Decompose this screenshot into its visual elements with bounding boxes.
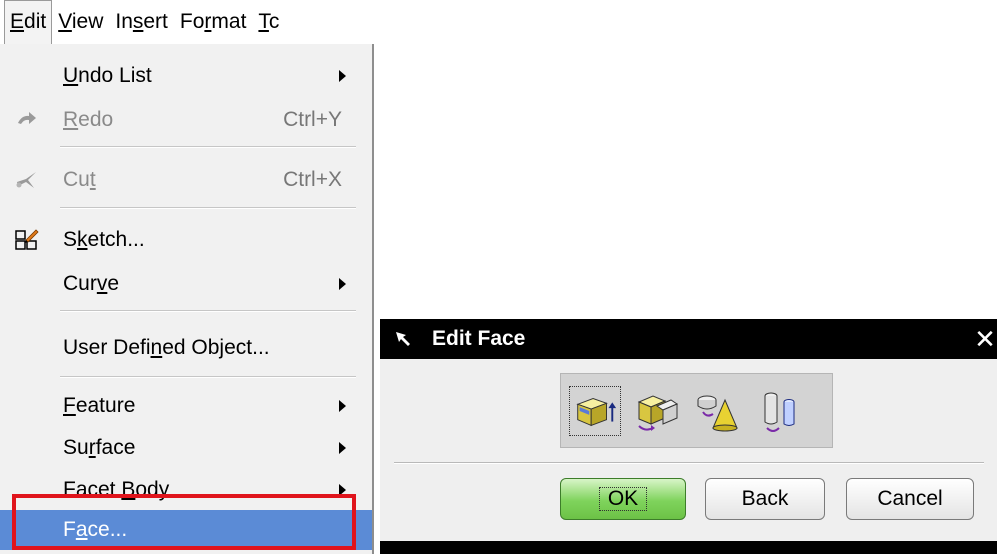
menu-edit-mnemonic: E bbox=[10, 10, 25, 33]
submenu-arrow-icon bbox=[339, 442, 346, 454]
cancel-button[interactable]: Cancel bbox=[846, 478, 974, 520]
menu-item-redo[interactable]: Redo Ctrl+Y bbox=[0, 100, 372, 140]
menu-item-user-defined-object[interactable]: User Defined Object... bbox=[0, 328, 372, 368]
menu-item-sketch[interactable]: Sketch... bbox=[0, 220, 372, 260]
submenu-arrow-icon bbox=[339, 278, 346, 290]
dialog-title: Edit Face bbox=[432, 327, 526, 350]
close-icon[interactable]: ✕ bbox=[973, 323, 997, 355]
menu-tools[interactable]: Tc bbox=[252, 0, 285, 44]
menu-view-label: iew bbox=[71, 10, 104, 33]
menu-item-cut[interactable]: Cut Ctrl+X bbox=[0, 160, 372, 200]
menu-item-feature-label: Feature bbox=[63, 394, 136, 417]
menu-item-surface[interactable]: Surface bbox=[0, 428, 372, 468]
menu-item-cut-shortcut: Ctrl+X bbox=[283, 168, 342, 191]
menu-separator bbox=[60, 376, 356, 378]
menu-insert-label: ert bbox=[143, 10, 168, 33]
menu-separator bbox=[60, 146, 356, 148]
menu-item-sketch-label: Sketch... bbox=[63, 228, 145, 251]
menu-item-face[interactable]: Face... bbox=[0, 510, 372, 550]
pin-icon[interactable] bbox=[394, 330, 412, 348]
back-button[interactable]: Back bbox=[705, 478, 825, 520]
menu-format-label-pre: Fo bbox=[179, 10, 205, 33]
redo-icon bbox=[18, 112, 36, 124]
taper-face-icon[interactable] bbox=[693, 386, 745, 436]
menu-format[interactable]: Format bbox=[174, 0, 253, 44]
menu-tools-label: c bbox=[268, 10, 280, 33]
menu-item-curve[interactable]: Curve bbox=[0, 264, 372, 304]
menu-item-surface-label: Surface bbox=[63, 436, 136, 459]
menu-item-feature[interactable]: Feature bbox=[0, 386, 372, 426]
menu-item-undo-list[interactable]: Undo List bbox=[0, 56, 372, 96]
menu-insert[interactable]: Insert bbox=[109, 0, 174, 44]
menu-separator bbox=[60, 207, 356, 209]
menu-item-user-defined-object-label: User Defined Object... bbox=[63, 336, 270, 359]
menu-item-undo-list-label: Undo List bbox=[63, 64, 152, 87]
ok-button[interactable]: OK bbox=[560, 478, 686, 520]
menu-item-face-label: Face... bbox=[63, 518, 128, 541]
sketch-icon bbox=[15, 229, 39, 250]
menubar: Edit View Insert Format Tc bbox=[0, 0, 372, 44]
menu-view[interactable]: View bbox=[52, 0, 109, 44]
resize-face-icon[interactable] bbox=[759, 386, 811, 436]
dialog-separator bbox=[394, 462, 984, 464]
edit-dropdown-menu: Undo List Redo Ctrl+Y Cut Ctrl+X Sketch.… bbox=[0, 44, 374, 554]
submenu-arrow-icon bbox=[339, 400, 346, 412]
menu-separator bbox=[60, 310, 356, 312]
offset-face-icon[interactable] bbox=[631, 386, 683, 436]
submenu-arrow-icon bbox=[339, 484, 346, 496]
menu-format-label: mat bbox=[211, 10, 247, 33]
dialog-title-bar[interactable]: Edit Face ✕ bbox=[380, 319, 997, 359]
dialog-bottom-bar bbox=[380, 541, 997, 554]
ok-button-label: OK bbox=[598, 487, 648, 511]
edit-face-dialog: Edit Face ✕ OK Back Cancel bbox=[380, 319, 997, 554]
menu-edit[interactable]: Edit bbox=[4, 0, 53, 44]
menu-item-redo-label: Redo bbox=[63, 108, 114, 131]
menu-insert-mnemonic: s bbox=[132, 10, 144, 33]
menu-item-facet-body[interactable]: Facet Body bbox=[0, 470, 372, 510]
menu-tools-mnemonic: T bbox=[258, 10, 269, 33]
move-face-icon[interactable] bbox=[569, 386, 621, 436]
menu-view-mnemonic: V bbox=[58, 10, 72, 33]
menu-item-cut-label: Cut bbox=[63, 168, 96, 191]
menu-item-curve-label: Curve bbox=[63, 272, 120, 295]
menu-insert-label-pre: In bbox=[115, 10, 133, 33]
edit-face-tools-panel bbox=[560, 373, 833, 448]
menu-item-redo-shortcut: Ctrl+Y bbox=[283, 108, 342, 131]
menu-edit-label: dit bbox=[24, 10, 47, 33]
scissors-icon bbox=[16, 172, 36, 188]
submenu-arrow-icon bbox=[339, 70, 346, 82]
menu-item-facet-body-label: Facet Body bbox=[63, 478, 170, 501]
